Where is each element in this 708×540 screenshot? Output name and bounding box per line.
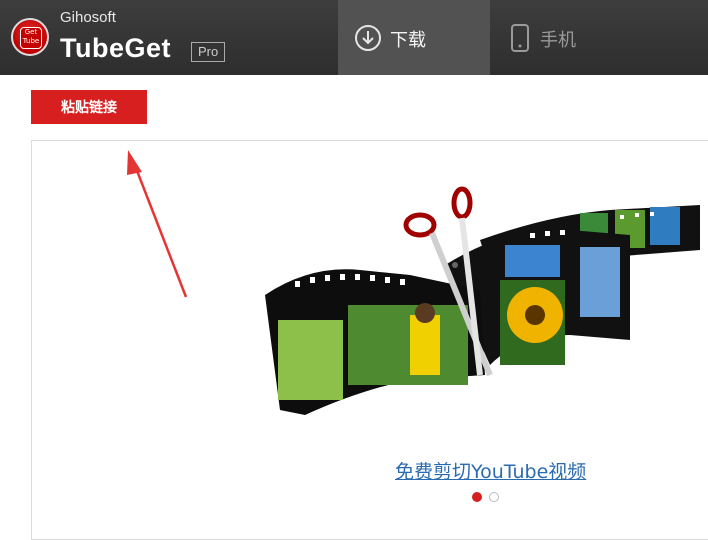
hint-arrow-icon [127, 150, 188, 298]
film-strip-illustration [265, 186, 700, 415]
product-name: TubeGet [60, 33, 171, 63]
paste-link-button[interactable]: 粘贴链接 [31, 90, 147, 124]
title-bar: Get Tube Gihosoft TubeGet Pro 下载 手机 [0, 0, 708, 75]
logo-text-top: Get [24, 28, 38, 36]
download-circle-icon [355, 25, 381, 51]
tab-download[interactable]: 下载 [338, 0, 490, 75]
app-logo: Get Tube [11, 18, 49, 56]
logo-mark: Get Tube [20, 27, 42, 49]
phone-icon [511, 24, 529, 52]
carousel-dot-active[interactable] [472, 492, 482, 502]
tab-phone-label: 手机 [540, 30, 576, 51]
company-name: Gihosoft [60, 9, 116, 26]
tab-download-label: 下载 [390, 30, 426, 51]
logo-text-bottom: Tube [22, 37, 40, 45]
edition-badge: Pro [191, 42, 226, 62]
promo-caption-link[interactable]: 免费剪切YouTube视频 [395, 457, 586, 484]
carousel-dot[interactable] [489, 492, 499, 502]
tab-phone[interactable]: 手机 [490, 0, 708, 75]
